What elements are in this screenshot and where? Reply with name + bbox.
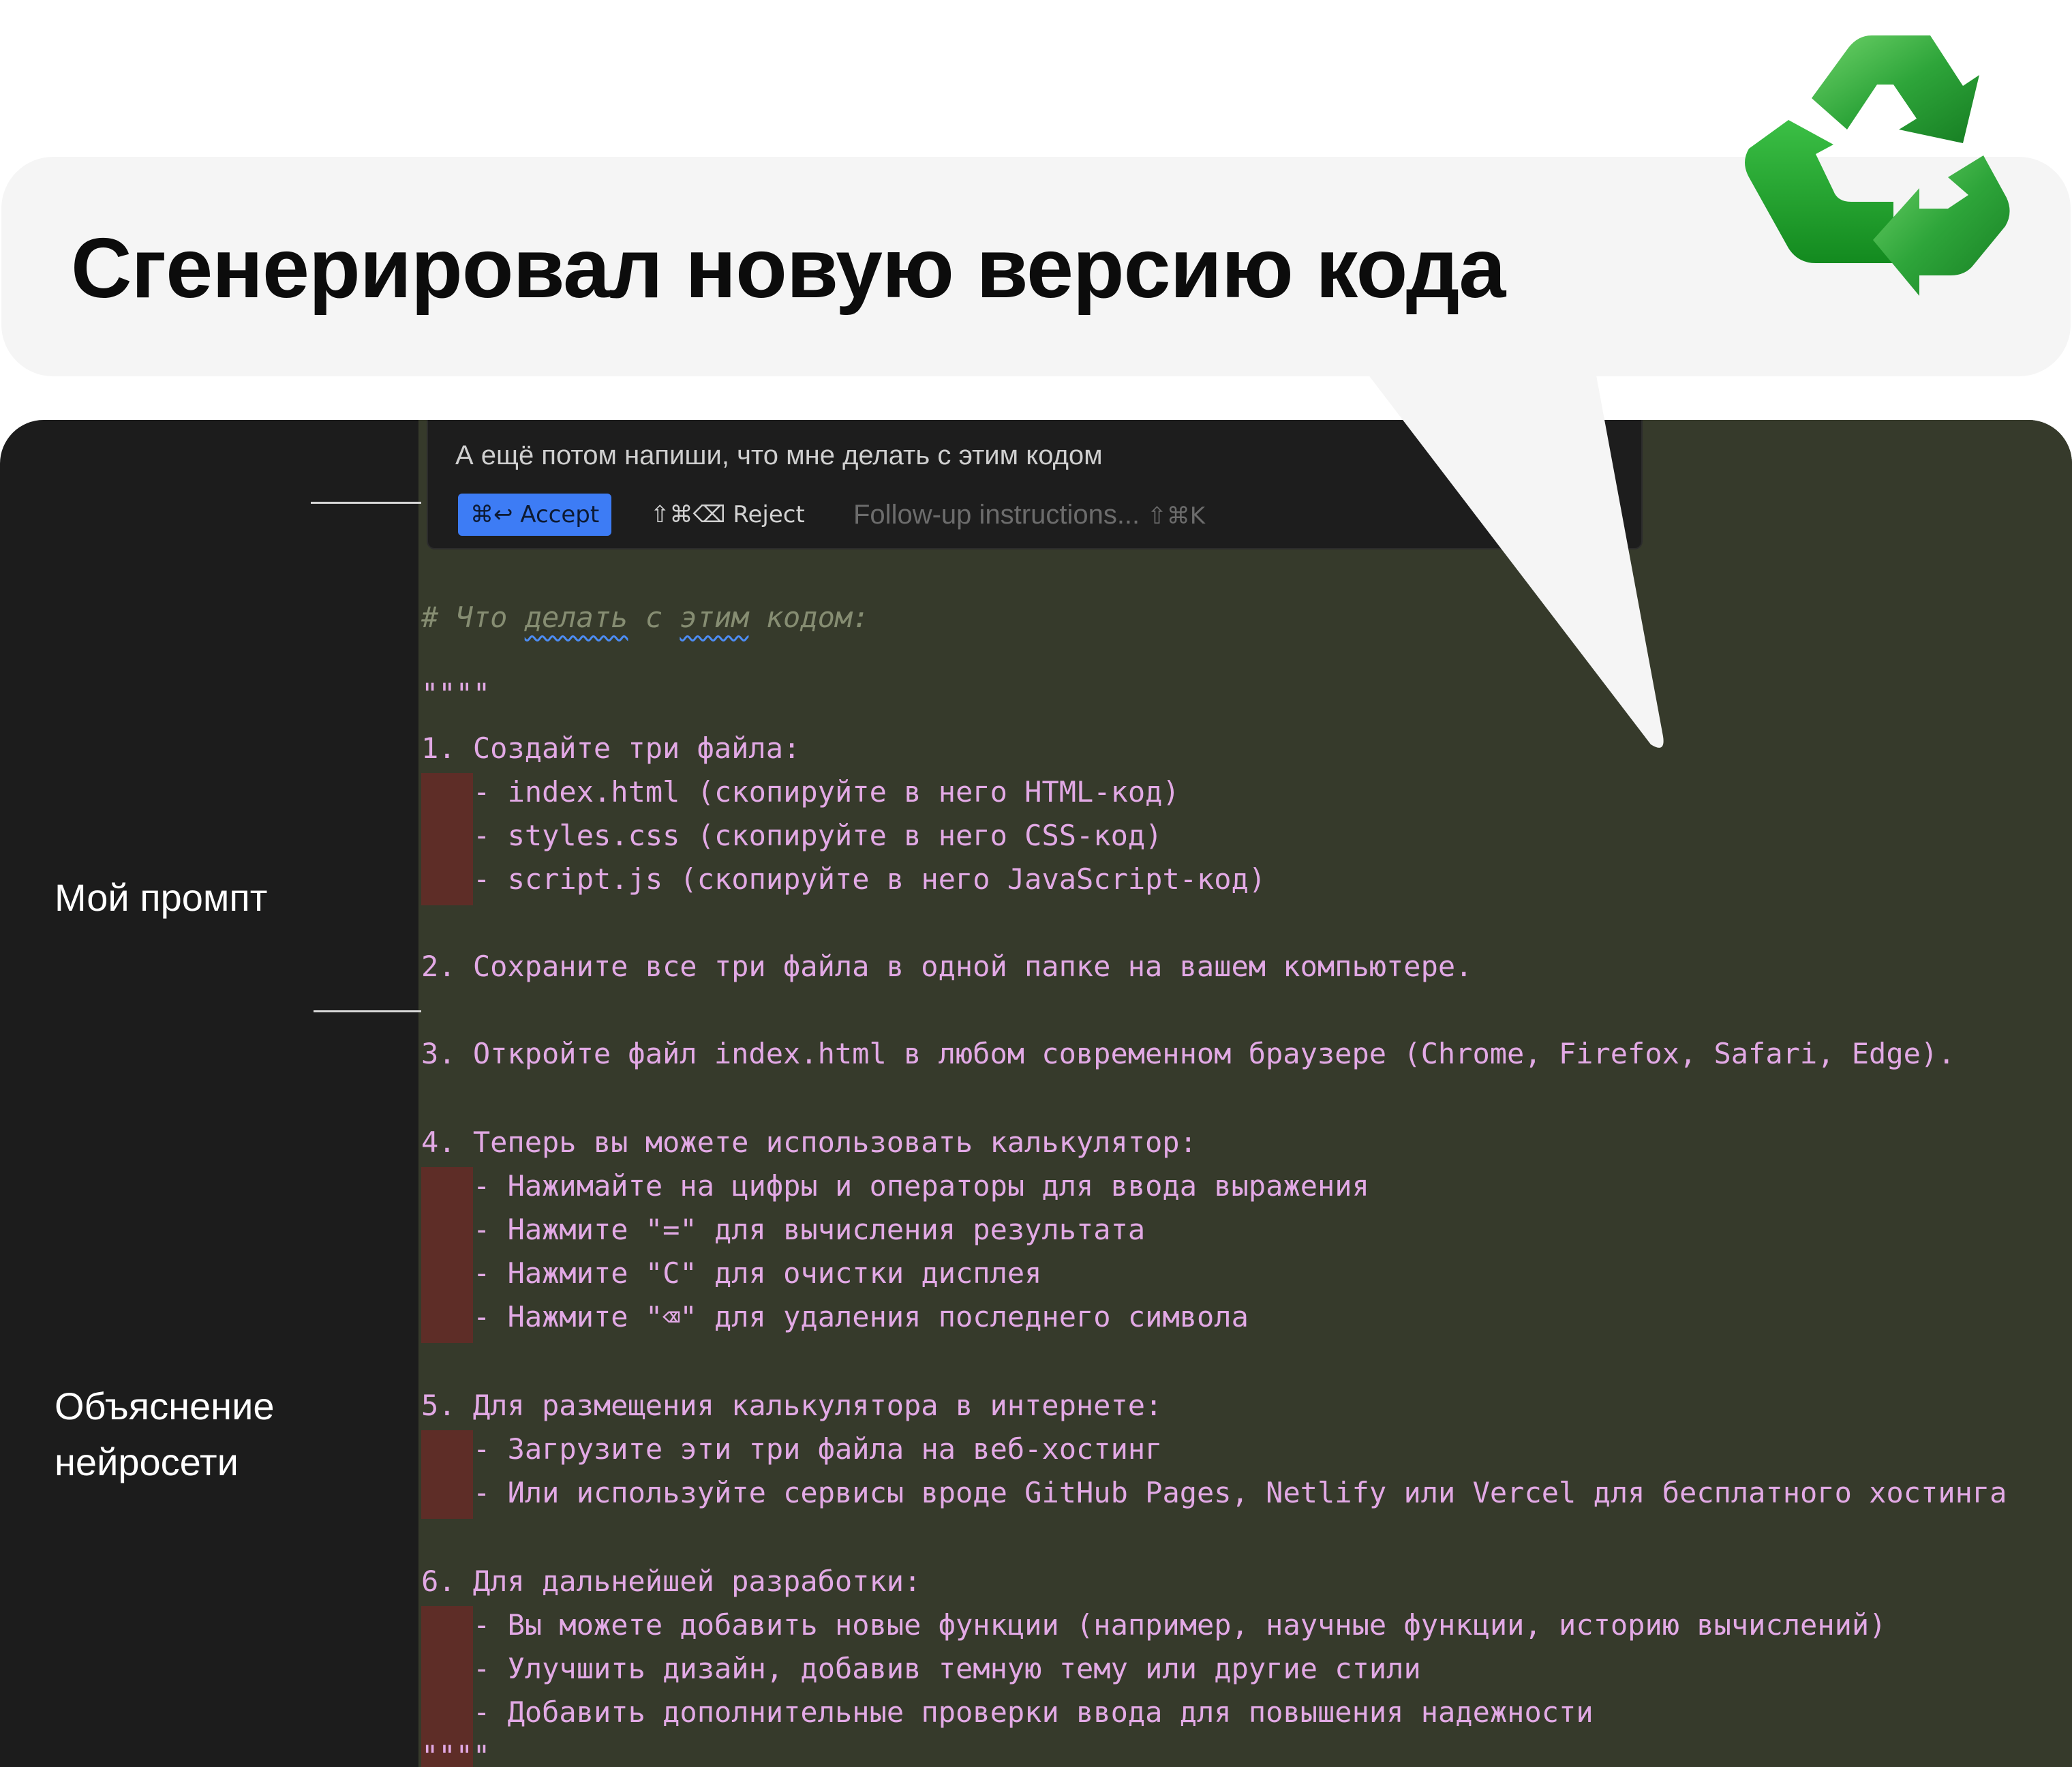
code-line: - Вы можете добавить новые функции (напр…	[473, 1608, 1887, 1642]
code-line: - Нажмите "C" для очистки дисплея	[473, 1256, 1042, 1290]
code-line: - index.html (скопируйте в него HTML-код…	[473, 775, 1180, 809]
code-line: 5. Для размещения калькулятора в интерне…	[421, 1389, 1163, 1422]
code-line: - script.js (скопируйте в него JavaScrip…	[473, 862, 1266, 896]
code-line: 2. Сохраните все три файла в одной папке…	[421, 950, 1473, 983]
code-line: - Нажимайте на цифры и операторы для вво…	[473, 1169, 1369, 1203]
code-line: - Или используйте сервисы вроде GitHub P…	[473, 1476, 2007, 1509]
label-my-prompt: Мой промпт	[55, 876, 268, 919]
code-quotes-open: """"	[421, 677, 491, 710]
explanation-leader-line	[314, 1010, 421, 1012]
gutter-marker	[421, 773, 473, 905]
code-line: - Нажмите "=" для вычисления результата	[473, 1213, 1146, 1246]
prompt-text: А ещё потом напиши, что мне делать с эти…	[455, 440, 1103, 470]
gutter-marker	[421, 1430, 473, 1519]
code-line: 1. Создайте три файла:	[421, 731, 801, 765]
recycle-icon	[1745, 35, 2010, 296]
prompt-leader-line	[311, 502, 421, 504]
code-line: 3. Откройте файл index.html в любом совр…	[421, 1037, 1955, 1070]
label-explanation-line1: Объяснение	[55, 1385, 275, 1428]
code-line: - Загрузите эти три файла на веб-хостинг	[473, 1432, 1163, 1466]
accept-button[interactable]: ⌘↩ Accept	[458, 494, 612, 536]
speech-bubble-tail	[1363, 368, 1664, 748]
code-quotes-close: """"	[421, 1739, 491, 1767]
code-line: - Добавить дополнительные проверки ввода…	[473, 1695, 1594, 1729]
code-line: - styles.css (скопируйте в него CSS-код)	[473, 819, 1163, 852]
gutter-marker	[421, 1167, 473, 1343]
code-line: - Нажмите "⌫" для удаления последнего си…	[473, 1300, 1249, 1333]
reject-button[interactable]: ⇧⌘⌫ Reject	[650, 494, 805, 536]
code-line: 4. Теперь вы можете использовать калькул…	[421, 1126, 1197, 1159]
label-explanation-line2: нейросети	[55, 1440, 239, 1483]
code-comment: # Что делать с этим кодом:	[421, 601, 870, 634]
follow-up-shortcut: ⇧⌘K	[1147, 502, 1206, 530]
follow-up-input[interactable]: Follow-up instructions... ⇧⌘K	[853, 494, 1205, 536]
code-line: 6. Для дальнейшей разработки:	[421, 1565, 921, 1598]
code-line: - Улучшить дизайн, добавив темную тему и…	[473, 1652, 1421, 1685]
editor-panel: А ещё потом напиши, что мне делать с эти…	[0, 420, 2072, 1767]
follow-up-placeholder: Follow-up instructions...	[853, 500, 1140, 530]
page-title: Сгенерировал новую версию кода	[71, 222, 1506, 316]
